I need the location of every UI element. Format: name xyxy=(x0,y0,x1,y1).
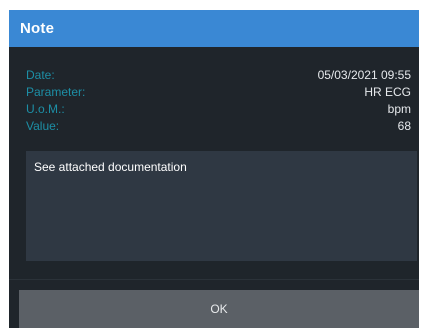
date-value: 05/03/2021 09:55 xyxy=(317,67,411,82)
note-dialog: Note Date: 05/03/2021 09:55 Parameter: H… xyxy=(9,10,419,328)
dialog-title: Note xyxy=(20,20,55,37)
parameter-value: HR ECG xyxy=(364,84,411,99)
field-row-uom: U.o.M.: bpm xyxy=(26,100,411,117)
note-text-area[interactable]: See attached documentation xyxy=(26,151,417,261)
field-row-parameter: Parameter: HR ECG xyxy=(26,83,411,100)
uom-value: bpm xyxy=(387,101,411,116)
details-list: Date: 05/03/2021 09:55 Parameter: HR ECG… xyxy=(26,66,411,134)
value-label: Value: xyxy=(26,118,60,133)
date-label: Date: xyxy=(26,67,55,82)
field-row-value: Value: 68 xyxy=(26,117,411,134)
dialog-titlebar: Note xyxy=(9,10,419,47)
parameter-label: Parameter: xyxy=(26,84,86,99)
field-row-date: Date: 05/03/2021 09:55 xyxy=(26,66,411,83)
ok-button-label: OK xyxy=(210,302,228,316)
ok-button[interactable]: OK xyxy=(19,290,419,328)
uom-label: U.o.M.: xyxy=(26,101,65,116)
note-text: See attached documentation xyxy=(34,160,187,174)
footer-divider xyxy=(9,279,419,280)
value-value: 68 xyxy=(397,118,411,133)
